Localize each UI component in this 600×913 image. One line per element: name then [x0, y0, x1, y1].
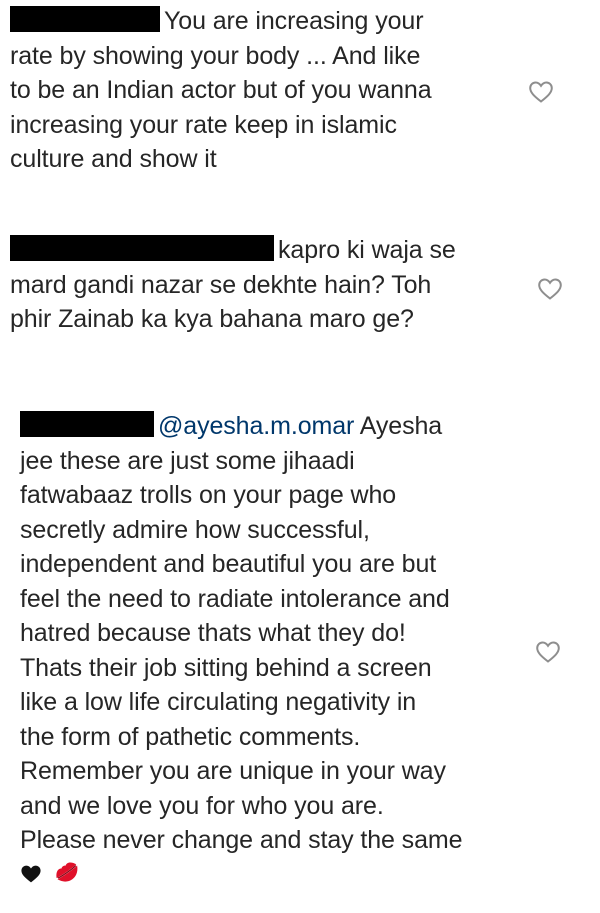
comment-text: fatwabaaz trolls on your page who — [20, 481, 397, 509]
comment-text: Please never change and stay the same — [20, 826, 463, 854]
comment-text: the form of pathetic comments. — [20, 722, 361, 751]
redacted-username — [10, 235, 274, 261]
redacted-username — [10, 6, 160, 32]
comment-1: You are increasing your rate by showing … — [10, 4, 432, 177]
comment-3: @ayesha.m.omar Ayesha jee these are just… — [20, 409, 463, 892]
heart-outline-icon — [529, 81, 553, 103]
comment-2-line-1: kapro ki waja se — [10, 233, 456, 268]
comment-text: like a low life circulating negativity i… — [20, 688, 417, 716]
comment-text: independent and beautiful you are but — [20, 550, 437, 578]
comment-text: You are increasing your — [164, 7, 424, 35]
comment-text: phir Zainab ka kya bahana maro ge? — [10, 305, 414, 333]
comment-text: kapro ki waja se — [278, 236, 456, 264]
comment-text: feel the need to radiate intolerance and — [20, 584, 450, 613]
heart-outline-icon — [536, 641, 560, 663]
comment-text: to be an Indian actor but of you wanna — [10, 76, 432, 104]
comment-text: Ayesha — [359, 412, 443, 440]
like-button[interactable] — [535, 640, 561, 664]
mention-link[interactable]: @ayesha.m.omar — [158, 412, 354, 440]
emoji-row — [20, 858, 462, 892]
black-heart-icon — [20, 859, 42, 894]
comment-text: increasing your rate keep in islamic — [10, 110, 397, 139]
comment-text: jee these are just some jihaadi — [20, 446, 355, 475]
comment-text: hatred because thats what they do! — [20, 619, 406, 647]
like-button[interactable] — [537, 277, 563, 301]
comment-text: rate by showing your body ... And like — [10, 41, 421, 70]
comment-2: kapro ki waja se mard gandi nazar se dek… — [10, 233, 456, 337]
redacted-username — [20, 411, 154, 437]
comment-text: mard gandi nazar se dekhte hain? Toh — [10, 270, 432, 299]
like-button[interactable] — [528, 80, 554, 104]
comment-1-line-1: You are increasing your — [10, 4, 432, 39]
comment-text: secretly admire how successful, — [20, 515, 370, 544]
heart-outline-icon — [538, 278, 562, 300]
kiss-mark-icon — [52, 858, 82, 896]
comment-text: and we love you for who you are. — [20, 791, 384, 820]
comment-text: Remember you are unique in your way — [20, 757, 446, 785]
comment-text: Thats their job sitting behind a screen — [20, 653, 432, 682]
comment-3-line-1: @ayesha.m.omar Ayesha — [20, 409, 462, 444]
comment-text: culture and show it — [10, 145, 217, 173]
